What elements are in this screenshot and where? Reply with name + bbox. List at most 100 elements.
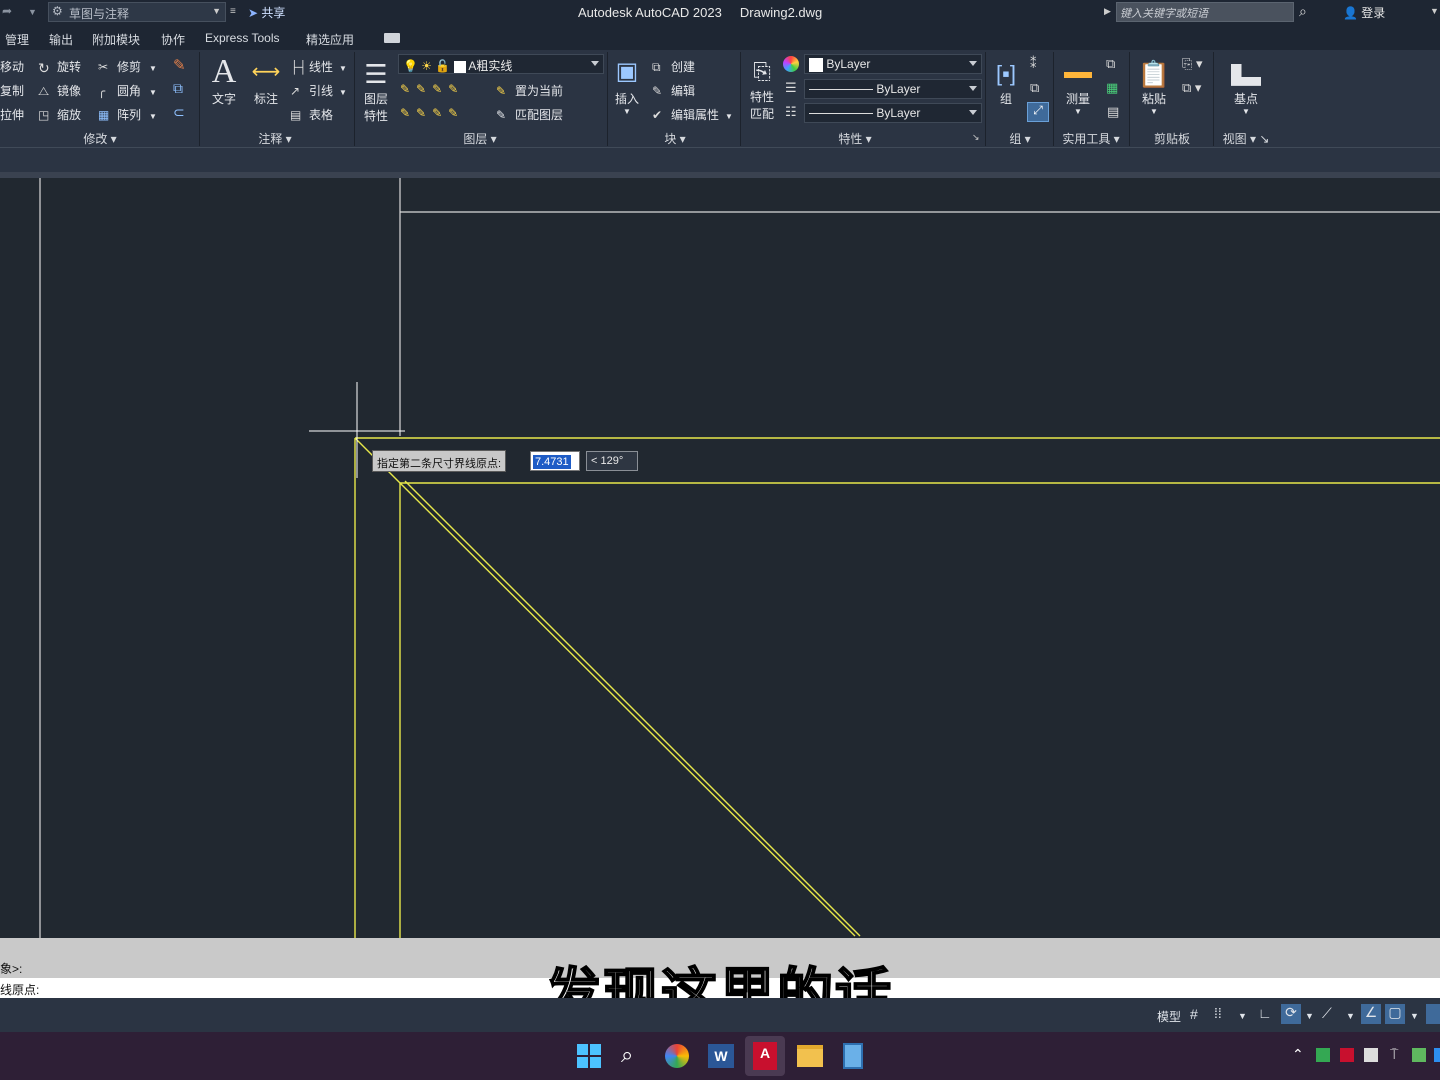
chevron-down-icon[interactable]: ▼ [1410, 1011, 1419, 1021]
layer-properties-button[interactable]: ☰ 图层 特性 [360, 54, 392, 124]
chevron-down-icon[interactable]: ▼ [1430, 6, 1439, 16]
cut-icon[interactable]: ⎘ ▾ [1182, 56, 1203, 72]
nvidia-icon[interactable] [1412, 1048, 1426, 1062]
snap-icon[interactable]: ⁞⁞ [1214, 1005, 1222, 1021]
view-panel-footer[interactable]: 视图 ▾ ↘ [1218, 130, 1274, 146]
scale-button[interactable]: ◳ 缩放 [38, 106, 81, 124]
group-edit-icon[interactable]: ⧉ [1030, 80, 1039, 96]
linear-dim-button[interactable]: ├┤ 线性 ▼ [290, 58, 347, 76]
network-icon[interactable] [1434, 1048, 1440, 1062]
word-icon[interactable]: W [708, 1044, 734, 1068]
tab-manage[interactable]: 管理 [5, 31, 29, 48]
annotation-panel-footer[interactable]: 注释 ▾ [220, 130, 330, 146]
offset-icon[interactable]: ⊂ [173, 104, 185, 121]
search-icon[interactable]: ⌕ [1299, 3, 1307, 20]
paste-button[interactable]: 📋 粘贴 ▼ [1137, 54, 1171, 116]
select-all-icon[interactable]: ▦ [1106, 80, 1118, 96]
object-snap-icon[interactable]: ▢ [1385, 1004, 1405, 1024]
login-button[interactable]: 👤 登录 [1343, 4, 1385, 21]
chevron-down-icon[interactable]: ▼ [1346, 1011, 1355, 1021]
ungroup-icon[interactable]: ⁑ [1030, 56, 1037, 72]
array-button[interactable]: ▦ 阵列 ▼ [98, 106, 157, 124]
lineweight-dropdown[interactable]: ByLayer [804, 103, 982, 123]
dialog-launcher-icon[interactable]: ↘ [972, 132, 980, 143]
search-input[interactable]: 键入关键字或短语 [1116, 2, 1294, 22]
distance-input[interactable]: 7.4731 [530, 451, 580, 471]
create-block-button[interactable]: ⧉ 创建 [652, 58, 695, 76]
workspace-select[interactable]: ⚙ 草图与注释 ▼ [48, 2, 226, 22]
tray-app-icon-3[interactable] [1364, 1048, 1378, 1062]
ortho-icon[interactable]: ∟ [1258, 1005, 1272, 1021]
layer-tools-row-2[interactable]: ✎✎✎✎ [400, 106, 464, 120]
tab-collaborate[interactable]: 协作 [161, 31, 185, 48]
chevron-down-icon[interactable]: ▼ [1305, 1011, 1314, 1021]
erase-icon[interactable]: ✎ [173, 56, 186, 74]
measure-button[interactable]: 测量 ▼ [1060, 54, 1096, 116]
properties-panel-footer[interactable]: 特性 ▾ [810, 130, 900, 146]
dimension-button[interactable]: ⟷ 标注 [248, 54, 284, 107]
fillet-button[interactable]: ╭ 圆角 ▼ [98, 82, 157, 100]
chrome-icon[interactable] [665, 1044, 689, 1068]
polar-tracking-icon[interactable]: ⟳ [1281, 1004, 1301, 1024]
layers-panel-footer[interactable]: 图层 ▾ [420, 130, 540, 146]
expand-arrow-icon[interactable]: ▶ [1104, 6, 1111, 17]
tray-app-icon-2[interactable] [1340, 1048, 1354, 1062]
edit-attributes-button[interactable]: ✔ 编辑属性 ▼ [652, 106, 733, 124]
tab-express-tools[interactable]: Express Tools [205, 31, 279, 45]
grid-icon[interactable]: # [1190, 1006, 1198, 1022]
table-button[interactable]: ▤ 表格 [290, 106, 333, 124]
chevron-down-icon[interactable]: ▼ [1238, 1011, 1247, 1021]
group-button[interactable]: [▪] 组 [988, 54, 1024, 107]
notepad-icon[interactable] [843, 1043, 863, 1069]
move-button[interactable]: 移动 [0, 58, 24, 75]
layer-tools-row-1[interactable]: ✎✎✎✎ [400, 82, 464, 96]
groups-panel-footer[interactable]: 组 ▾ [995, 130, 1045, 146]
calculator-icon[interactable]: ▤ [1107, 104, 1119, 120]
modify-panel-footer[interactable]: 修改 ▾ [40, 130, 160, 146]
redo-icon[interactable]: ➦ [2, 4, 12, 18]
leader-button[interactable]: ↗ 引线 ▼ [290, 82, 347, 100]
copy-clip-icon[interactable]: ⧉ ▾ [1182, 80, 1201, 96]
customize-qat-icon[interactable]: ≡ [230, 6, 236, 17]
edit-block-button[interactable]: ✎ 编辑 [652, 82, 695, 100]
chevron-up-icon[interactable]: ⌃ [1292, 1046, 1304, 1063]
tray-app-icon[interactable] [1316, 1048, 1330, 1062]
text-button[interactable]: A 文字 [208, 54, 240, 107]
model-space-button[interactable]: 模型 [1157, 1008, 1181, 1025]
color-wheel-icon[interactable] [783, 56, 799, 72]
utilities-panel-footer[interactable]: 实用工具 ▾ [1056, 130, 1126, 146]
redo-dropdown-icon[interactable]: ▼ [28, 7, 37, 17]
annotation-scale-icon[interactable] [1426, 1004, 1440, 1024]
usb-icon[interactable]: ⍑ [1390, 1046, 1398, 1063]
clipboard-panel-footer[interactable]: 剪贴板 [1140, 130, 1204, 146]
share-button[interactable]: ➤ 共享 [248, 4, 285, 21]
match-properties-button[interactable]: ⎘ 特性 匹配 [744, 54, 780, 122]
search-icon[interactable]: ⌕ [621, 1042, 633, 1068]
autocad-icon[interactable]: A [753, 1042, 777, 1070]
match-layer-button[interactable]: ✎ 匹配图层 [496, 106, 563, 124]
set-current-button[interactable]: ✎ 置为当前 [496, 82, 563, 100]
mirror-button[interactable]: ⧍ 镜像 [38, 82, 81, 100]
block-panel-footer[interactable]: 块 ▾ [630, 130, 720, 146]
group-select-icon[interactable]: ⤢ [1027, 102, 1049, 122]
drawing-canvas[interactable] [0, 148, 1440, 938]
insert-block-button[interactable]: ▣ 插入 ▼ [610, 54, 644, 116]
object-snap-tracking-icon[interactable]: ∠ [1361, 1004, 1381, 1024]
angle-input[interactable]: < 129° [586, 451, 638, 471]
tab-addins[interactable]: 附加模块 [92, 31, 140, 48]
explode-icon[interactable]: ⧉ [173, 80, 183, 97]
isodraft-icon[interactable]: ⟋ [1322, 1005, 1332, 1022]
stretch-button[interactable]: 拉伸 [0, 106, 24, 123]
trim-button[interactable]: ✂ 修剪 ▼ [98, 58, 157, 76]
file-explorer-icon[interactable] [797, 1045, 823, 1067]
copy-button[interactable]: 复制 [0, 82, 24, 99]
quick-select-icon[interactable]: ⧉ [1106, 56, 1115, 72]
tab-output[interactable]: 输出 [49, 31, 73, 48]
layer-dropdown[interactable]: 💡 ☀ 🔓 A粗实线 [398, 54, 604, 74]
base-point-button[interactable]: 基点 ▼ [1226, 54, 1266, 116]
color-dropdown[interactable]: ByLayer [804, 54, 982, 74]
windows-start-icon[interactable] [577, 1044, 601, 1068]
rotate-button[interactable]: ↻ 旋转 [38, 58, 81, 76]
tab-featured-apps[interactable]: 精选应用 [306, 31, 354, 48]
linetype-dropdown[interactable]: ByLayer [804, 79, 982, 99]
